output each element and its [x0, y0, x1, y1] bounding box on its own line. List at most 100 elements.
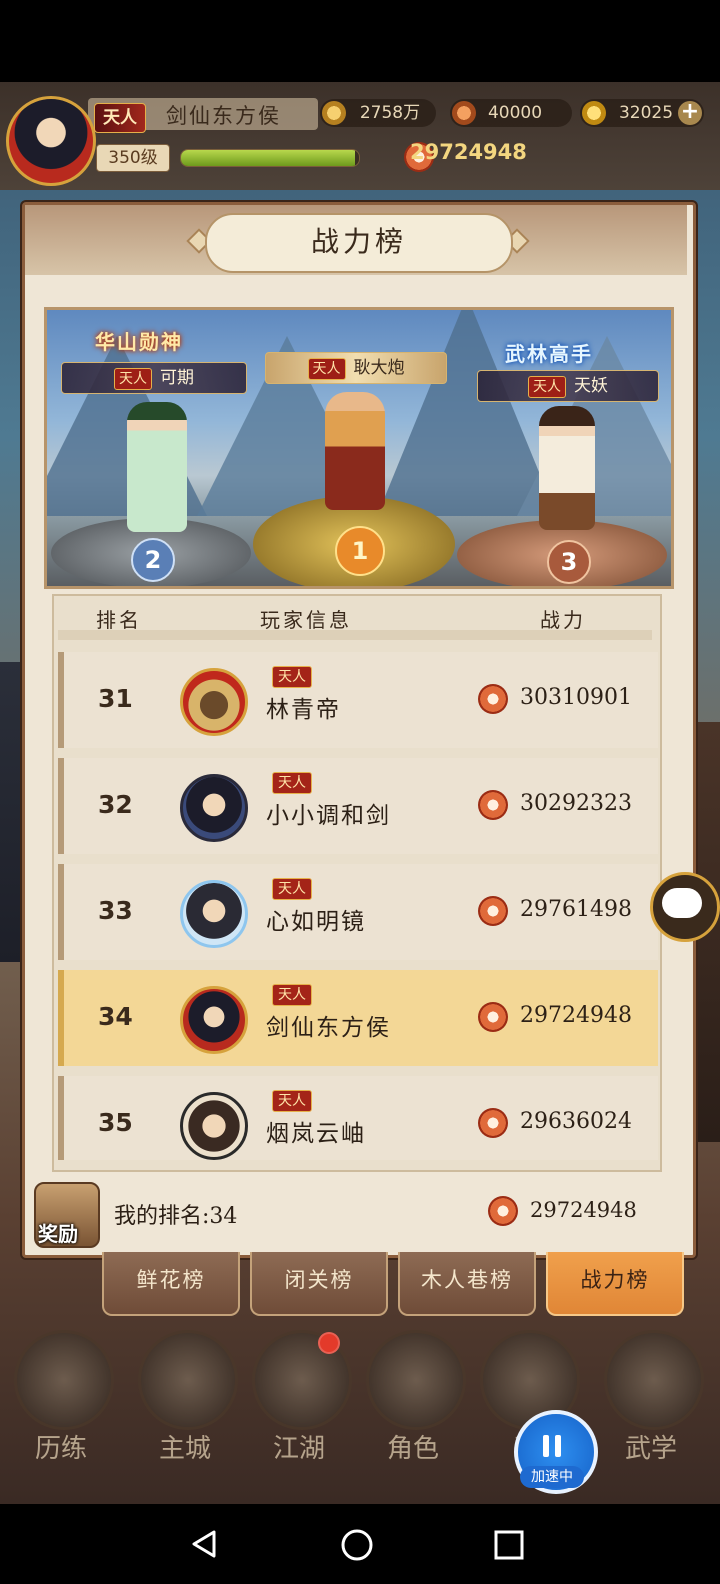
table-row-me[interactable]: 34 天人 剑仙东方侯 29724948	[58, 970, 658, 1066]
nav-city[interactable]: 主城	[130, 1330, 240, 1480]
player-power: 29724948	[410, 140, 527, 164]
row-rank: 31	[98, 684, 133, 713]
avatar[interactable]	[180, 1092, 248, 1160]
rank3-character[interactable]	[539, 406, 595, 530]
row-rank: 35	[98, 1108, 133, 1137]
row-title-badge: 天人	[272, 1090, 312, 1112]
chat-bubble-icon	[662, 888, 702, 918]
row-player-name: 小小调和剑	[266, 803, 391, 829]
pause-icon	[543, 1435, 561, 1457]
rank3-name-plate: 天人 天妖	[477, 370, 659, 402]
resource-ingot-value: 32025	[618, 103, 674, 123]
power-icon	[478, 790, 508, 820]
table-row[interactable]: 35 天人 烟岚云岫 29636024	[58, 1076, 658, 1160]
header-power: 战力	[540, 608, 586, 632]
table-row[interactable]: 33 天人 心如明镜 29761498	[58, 864, 658, 960]
rank2-title-badge: 天人	[114, 368, 152, 390]
lotus-icon	[452, 101, 476, 125]
rank2-honor-title: 华山勋神	[95, 330, 183, 354]
row-rank: 33	[98, 896, 133, 925]
row-title-badge: 天人	[272, 878, 312, 900]
city-icon	[138, 1330, 238, 1430]
home-icon[interactable]	[340, 1528, 374, 1562]
row-power: 30292323	[520, 791, 632, 816]
row-power: 29761498	[520, 897, 632, 922]
header-player-info: 玩家信息	[260, 608, 352, 632]
row-player-name: 烟岚云岫	[266, 1121, 366, 1147]
tab-seclusion-ranking[interactable]: 闭关榜	[250, 1252, 388, 1316]
ingot-icon	[582, 101, 606, 125]
avatar[interactable]	[180, 774, 248, 842]
header-rank: 排名	[96, 608, 142, 632]
rank1-name-plate: 天人 耿大炮	[265, 352, 447, 384]
row-player-name: 心如明镜	[266, 909, 366, 935]
rank1-name: 耿大炮	[353, 358, 405, 378]
tab-flower-ranking[interactable]: 鲜花榜	[102, 1252, 240, 1316]
player-avatar[interactable]	[6, 96, 96, 186]
power-icon	[478, 1002, 508, 1032]
table-row[interactable]: 31 天人 林青帝 30310901	[58, 652, 658, 748]
row-power: 29724948	[520, 1003, 632, 1028]
tab-power-ranking[interactable]: 战力榜	[546, 1252, 684, 1316]
resource-ingot: 32025 +	[580, 99, 704, 127]
rank1-character[interactable]	[325, 392, 385, 510]
player-title-badge: 天人	[94, 103, 146, 133]
character-icon	[366, 1330, 466, 1430]
row-title-badge: 天人	[272, 772, 312, 794]
resource-coin-value: 2758万	[359, 103, 421, 123]
resource-coin: 2758万	[320, 99, 436, 127]
avatar[interactable]	[180, 880, 248, 948]
rank3-honor-title: 武林高手	[505, 342, 593, 366]
rank1-medal: 1	[335, 526, 385, 576]
exp-bar	[180, 149, 360, 167]
player-level: 350级	[96, 144, 170, 172]
add-ingot-icon[interactable]: +	[678, 101, 702, 125]
rank3-title-badge: 天人	[528, 376, 566, 398]
training-icon	[14, 1330, 114, 1430]
row-title-badge: 天人	[272, 666, 312, 688]
martial-arts-icon	[604, 1330, 704, 1430]
row-title-badge: 天人	[272, 984, 312, 1006]
rank2-name-plate: 天人 可期	[61, 362, 247, 394]
nav-jianghu[interactable]: 江湖	[244, 1330, 354, 1480]
nav-martial-arts[interactable]: 武学	[596, 1330, 706, 1480]
rank3-medal: 3	[547, 540, 591, 584]
avatar[interactable]	[180, 668, 248, 736]
my-rank-label: 我的排名:34	[114, 1204, 238, 1229]
reward-button-label[interactable]: 奖励	[38, 1218, 78, 1247]
table-row[interactable]: 32 天人 小小调和剑 30292323	[58, 758, 658, 854]
panel-title: 战力榜	[205, 213, 513, 273]
avatar[interactable]	[180, 986, 248, 1054]
row-power: 30310901	[520, 685, 632, 710]
rank1-title-badge: 天人	[307, 358, 346, 380]
coin-icon	[322, 101, 346, 125]
power-icon	[478, 1108, 508, 1138]
nav-label: 主城	[158, 1434, 211, 1464]
back-icon[interactable]	[188, 1528, 220, 1560]
system-nav-bar	[0, 1504, 720, 1584]
power-icon	[488, 1196, 518, 1226]
notification-dot	[318, 1332, 340, 1354]
scrolled-row-edge	[58, 630, 652, 640]
my-power: 29724948	[530, 1198, 637, 1222]
nav-label: 武学	[624, 1434, 677, 1464]
row-rank: 32	[98, 790, 133, 819]
player-name: 剑仙东方侯	[166, 104, 281, 128]
nav-label: 历练	[34, 1434, 87, 1464]
nav-training[interactable]: 历练	[6, 1330, 116, 1480]
power-icon	[478, 684, 508, 714]
rank2-medal: 2	[131, 538, 175, 582]
rank2-name: 可期	[160, 368, 194, 388]
row-rank: 34	[98, 1002, 133, 1031]
speed-up-label: 加速中	[520, 1466, 584, 1488]
status-bar	[0, 0, 720, 82]
rank2-character[interactable]	[127, 402, 187, 532]
exp-bar-fill	[181, 150, 356, 166]
resource-lotus: 40000	[450, 99, 572, 127]
nav-character[interactable]: 角色	[358, 1330, 468, 1480]
power-icon	[478, 896, 508, 926]
tab-wooden-alley-ranking[interactable]: 木人巷榜	[398, 1252, 536, 1316]
row-player-name: 林青帝	[266, 697, 341, 723]
nav-label: 江湖	[272, 1434, 325, 1464]
recents-icon[interactable]	[494, 1530, 524, 1560]
